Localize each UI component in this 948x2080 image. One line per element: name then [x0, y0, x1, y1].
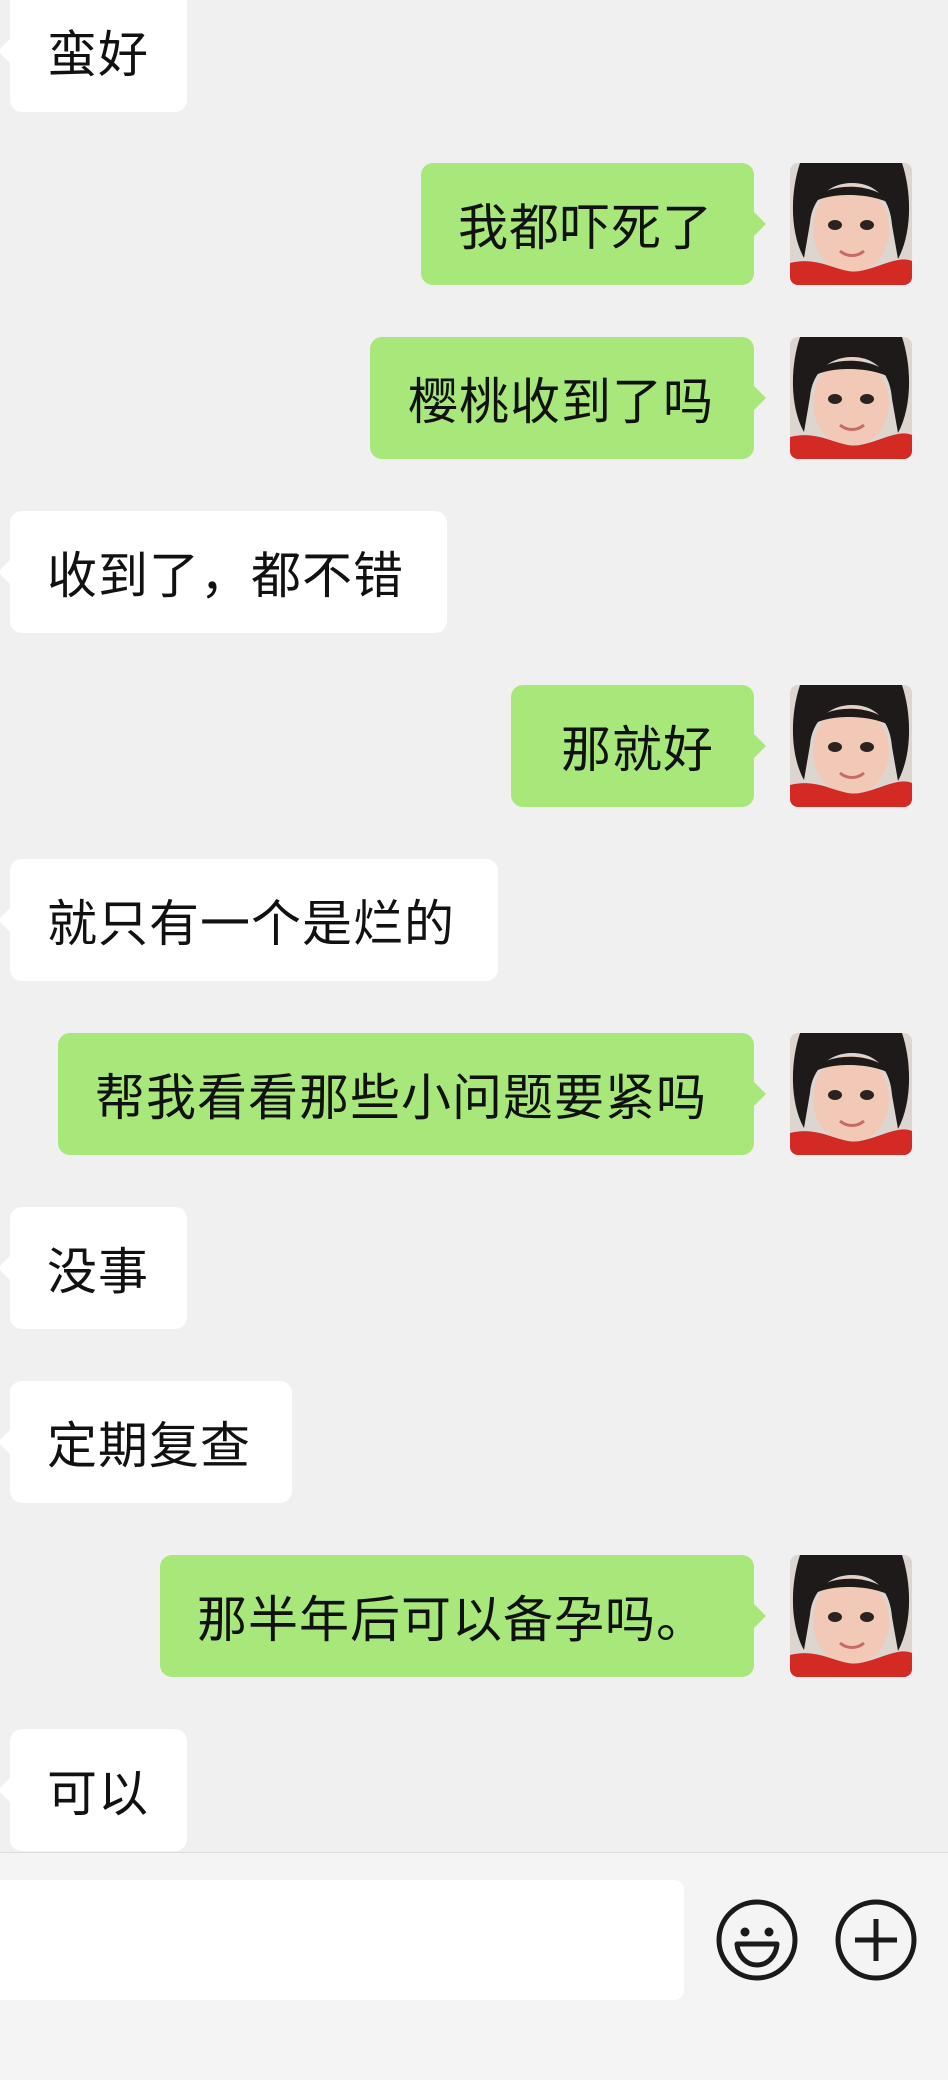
more-options-button[interactable]: [833, 1897, 919, 1983]
outgoing-message[interactable]: 樱桃收到了吗: [370, 337, 766, 459]
plus-circle-icon: [835, 1899, 917, 1981]
outgoing-message[interactable]: 那就好: [511, 685, 766, 807]
chat-message-list[interactable]: 蛮好 我都吓死了 樱桃收到了吗 收到了，都不错 那就好 就只有一个是烂的 帮我看…: [0, 0, 948, 1852]
incoming-message[interactable]: 没事: [0, 1207, 187, 1329]
emoji-button[interactable]: [714, 1897, 800, 1983]
outgoing-message[interactable]: 帮我看看那些小问题要紧吗: [58, 1033, 766, 1155]
outgoing-message[interactable]: 那半年后可以备孕吗。: [160, 1555, 766, 1677]
user-avatar[interactable]: [790, 163, 912, 285]
user-avatar[interactable]: [790, 337, 912, 459]
avatar-photo-icon: [790, 1033, 912, 1155]
incoming-message[interactable]: 可以: [0, 1729, 187, 1851]
avatar-photo-icon: [790, 1555, 912, 1677]
user-avatar[interactable]: [790, 1555, 912, 1677]
incoming-message[interactable]: 定期复查: [0, 1381, 292, 1503]
input-toolbar: [0, 1852, 948, 2080]
avatar-photo-icon: [790, 685, 912, 807]
incoming-message[interactable]: 收到了，都不错: [0, 511, 447, 633]
message-input[interactable]: [0, 1880, 684, 2000]
avatar-photo-icon: [790, 163, 912, 285]
user-avatar[interactable]: [790, 1033, 912, 1155]
smiley-icon: [716, 1899, 798, 1981]
outgoing-message[interactable]: 我都吓死了: [421, 163, 766, 285]
avatar-photo-icon: [790, 337, 912, 459]
incoming-message[interactable]: 蛮好: [0, 0, 187, 112]
incoming-message[interactable]: 就只有一个是烂的: [0, 859, 498, 981]
user-avatar[interactable]: [790, 685, 912, 807]
